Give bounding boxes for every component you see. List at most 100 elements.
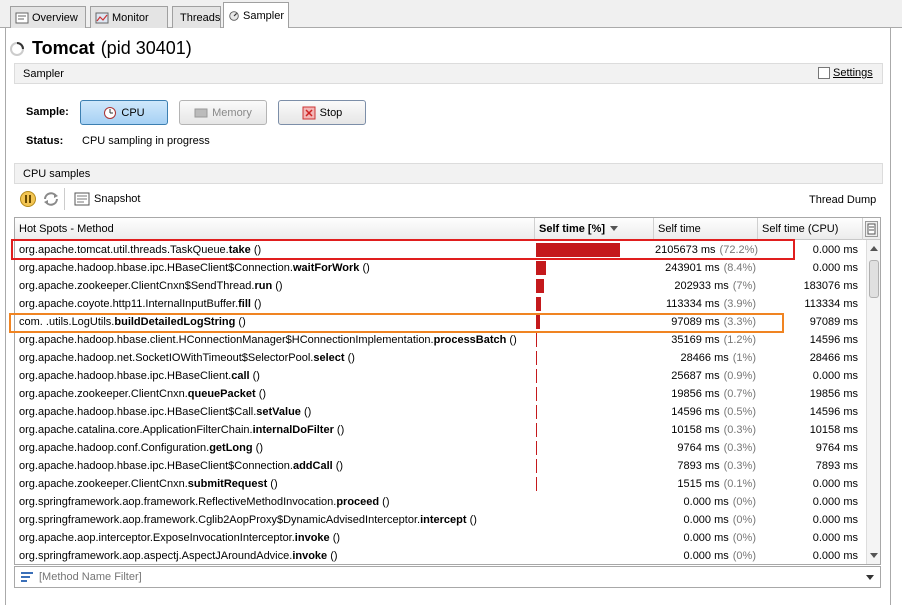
self-time-value: 25687 ms — [671, 370, 720, 382]
self-time-cell: 7893 ms (0.3%) — [655, 457, 758, 475]
tab-monitor[interactable]: Monitor — [90, 6, 168, 28]
table-row[interactable]: org.apache.aop.interceptor.ExposeInvocat… — [15, 529, 865, 547]
table-row[interactable]: org.apache.hadoop.conf.Configuration.get… — [15, 439, 865, 457]
table-row[interactable]: org.apache.coyote.http11.InternalInputBu… — [15, 295, 865, 313]
self-time-cpu-value: 28466 ms — [809, 352, 858, 364]
self-time-cpu-value: 0.000 ms — [812, 370, 858, 382]
scrollbar-thumb[interactable] — [869, 260, 879, 298]
self-time-bar-cell — [536, 349, 653, 367]
method-suffix: () — [466, 514, 477, 526]
thread-dump-link[interactable]: Thread Dump — [809, 194, 876, 206]
method-name: org.apache.hadoop.net.SocketIOWithTimeou… — [19, 349, 531, 367]
settings-toggle[interactable]: Settings — [818, 67, 873, 79]
table-row[interactable]: org.apache.catalina.core.ApplicationFilt… — [15, 421, 865, 439]
table-row[interactable]: org.apache.hadoop.net.SocketIOWithTimeou… — [15, 349, 865, 367]
table-row[interactable]: org.apache.hadoop.hbase.client.HConnecti… — [15, 331, 865, 349]
self-time-cpu-value: 0.000 ms — [812, 550, 858, 562]
column-chooser-button[interactable] — [865, 221, 878, 237]
sample-label: Sample: — [26, 106, 69, 118]
snapshot-icon — [74, 192, 90, 206]
method-short-name: getLong — [209, 442, 253, 454]
self-time-bar-cell — [536, 457, 653, 475]
self-time-value: 0.000 ms — [683, 496, 729, 508]
method-short-name: call — [231, 370, 250, 382]
self-time-cpu-value: 0.000 ms — [812, 514, 858, 526]
column-header-method[interactable]: Hot Spots - Method — [15, 218, 535, 240]
table-row[interactable]: org.springframework.aop.aspectj.AspectJA… — [15, 547, 865, 564]
self-time-percent: (0%) — [732, 532, 756, 544]
overview-icon — [15, 12, 29, 23]
self-time-bar-cell — [536, 277, 653, 295]
method-name: org.apache.hadoop.hbase.ipc.HBaseClient$… — [19, 403, 531, 421]
column-header-self-time-cpu[interactable]: Self time (CPU) — [758, 218, 863, 240]
tab-threads[interactable]: Threads — [172, 6, 221, 28]
table-row[interactable]: org.springframework.aop.framework.Cglib2… — [15, 511, 865, 529]
method-suffix: () — [332, 460, 344, 472]
method-suffix: () — [267, 478, 278, 490]
method-suffix: () — [250, 298, 262, 310]
tab-overview[interactable]: Overview — [10, 6, 86, 28]
method-suffix: () — [255, 388, 267, 400]
table-row[interactable]: org.apache.hadoop.hbase.ipc.HBaseClient$… — [15, 259, 865, 277]
method-short-name: internalDoFilter — [252, 424, 334, 436]
self-time-bar-cell — [536, 331, 653, 349]
method-prefix: org.apache.hadoop.hbase.ipc.HBaseClient. — [19, 370, 232, 382]
refresh-button[interactable] — [42, 191, 60, 207]
self-time-bar-cell — [536, 511, 653, 529]
method-short-name: addCall — [292, 460, 333, 472]
settings-label: Settings — [833, 67, 873, 79]
self-time-value: 9764 ms — [677, 442, 720, 454]
self-time-cpu-value: 183076 ms — [803, 280, 858, 292]
self-time-bar — [536, 405, 537, 419]
method-prefix: org.apache.hadoop.hbase.ipc.HBaseClient$… — [19, 262, 293, 274]
self-time-bar-cell — [536, 403, 653, 421]
self-time-bar — [536, 387, 537, 401]
memory-button[interactable]: Memory — [179, 100, 267, 125]
tab-sampler-label: Sampler — [243, 10, 284, 22]
self-time-cell: 28466 ms (1%) — [655, 349, 758, 367]
method-suffix: () — [379, 496, 390, 508]
method-suffix: () — [249, 370, 260, 382]
tab-overview-label: Overview — [32, 11, 78, 24]
settings-checkbox[interactable] — [818, 67, 830, 79]
snapshot-button[interactable]: Snapshot — [74, 192, 140, 206]
table-row[interactable]: org.apache.zookeeper.ClientCnxn.queuePac… — [15, 385, 865, 403]
column-header-self-time[interactable]: Self time — [654, 218, 758, 240]
table-row[interactable]: org.apache.zookeeper.ClientCnxn$SendThre… — [15, 277, 865, 295]
method-suffix: () — [272, 280, 283, 292]
self-time-value: 19856 ms — [671, 388, 720, 400]
stop-button[interactable]: Stop — [278, 100, 366, 125]
table-row[interactable]: org.apache.zookeeper.ClientCnxn.submitRe… — [15, 475, 865, 493]
table-scrollbar[interactable] — [866, 240, 880, 564]
method-name: org.springframework.aop.framework.Cglib2… — [19, 511, 531, 529]
table-header: Hot Spots - Method Self time [%] Self ti… — [15, 218, 880, 240]
self-time-bar — [536, 369, 538, 383]
pause-button[interactable] — [20, 191, 36, 207]
method-prefix: org.apache.hadoop.hbase.ipc.HBaseClient$… — [19, 460, 293, 472]
method-short-name: fill — [238, 298, 251, 310]
scroll-down-icon[interactable] — [868, 550, 880, 560]
table-row[interactable]: org.springframework.aop.framework.Reflec… — [15, 493, 865, 511]
self-time-cpu-value: 0.000 ms — [812, 262, 858, 274]
scroll-up-icon[interactable] — [868, 244, 880, 254]
method-short-name: select — [313, 352, 345, 364]
method-short-name: invoke — [292, 550, 328, 562]
table-row[interactable]: org.apache.hadoop.hbase.ipc.HBaseClient$… — [15, 403, 865, 421]
self-time-value: 113334 ms — [665, 298, 720, 310]
method-name: org.apache.hadoop.hbase.ipc.HBaseClient.… — [19, 367, 531, 385]
loading-spinner-icon — [10, 41, 24, 56]
method-filter-input[interactable] — [39, 568, 864, 586]
table-row[interactable]: org.apache.hadoop.hbase.ipc.HBaseClient$… — [15, 457, 865, 475]
filter-dropdown-icon[interactable] — [864, 572, 876, 582]
sampler-section-header: Sampler — [14, 63, 883, 84]
self-time-percent-label: Self time [%] — [539, 223, 606, 235]
column-header-self-time-percent[interactable]: Self time [%] — [535, 218, 654, 240]
table-row[interactable]: org.apache.hadoop.hbase.ipc.HBaseClient.… — [15, 367, 865, 385]
self-time-bar — [536, 297, 541, 311]
method-filter-bar — [14, 566, 881, 588]
cpu-button[interactable]: CPU — [80, 100, 168, 125]
self-time-cell: 35169 ms (1.2%) — [655, 331, 758, 349]
method-name: org.apache.aop.interceptor.ExposeInvocat… — [19, 529, 531, 547]
tab-sampler[interactable]: Sampler — [223, 2, 289, 29]
method-name: org.apache.hadoop.hbase.ipc.HBaseClient$… — [19, 259, 531, 277]
